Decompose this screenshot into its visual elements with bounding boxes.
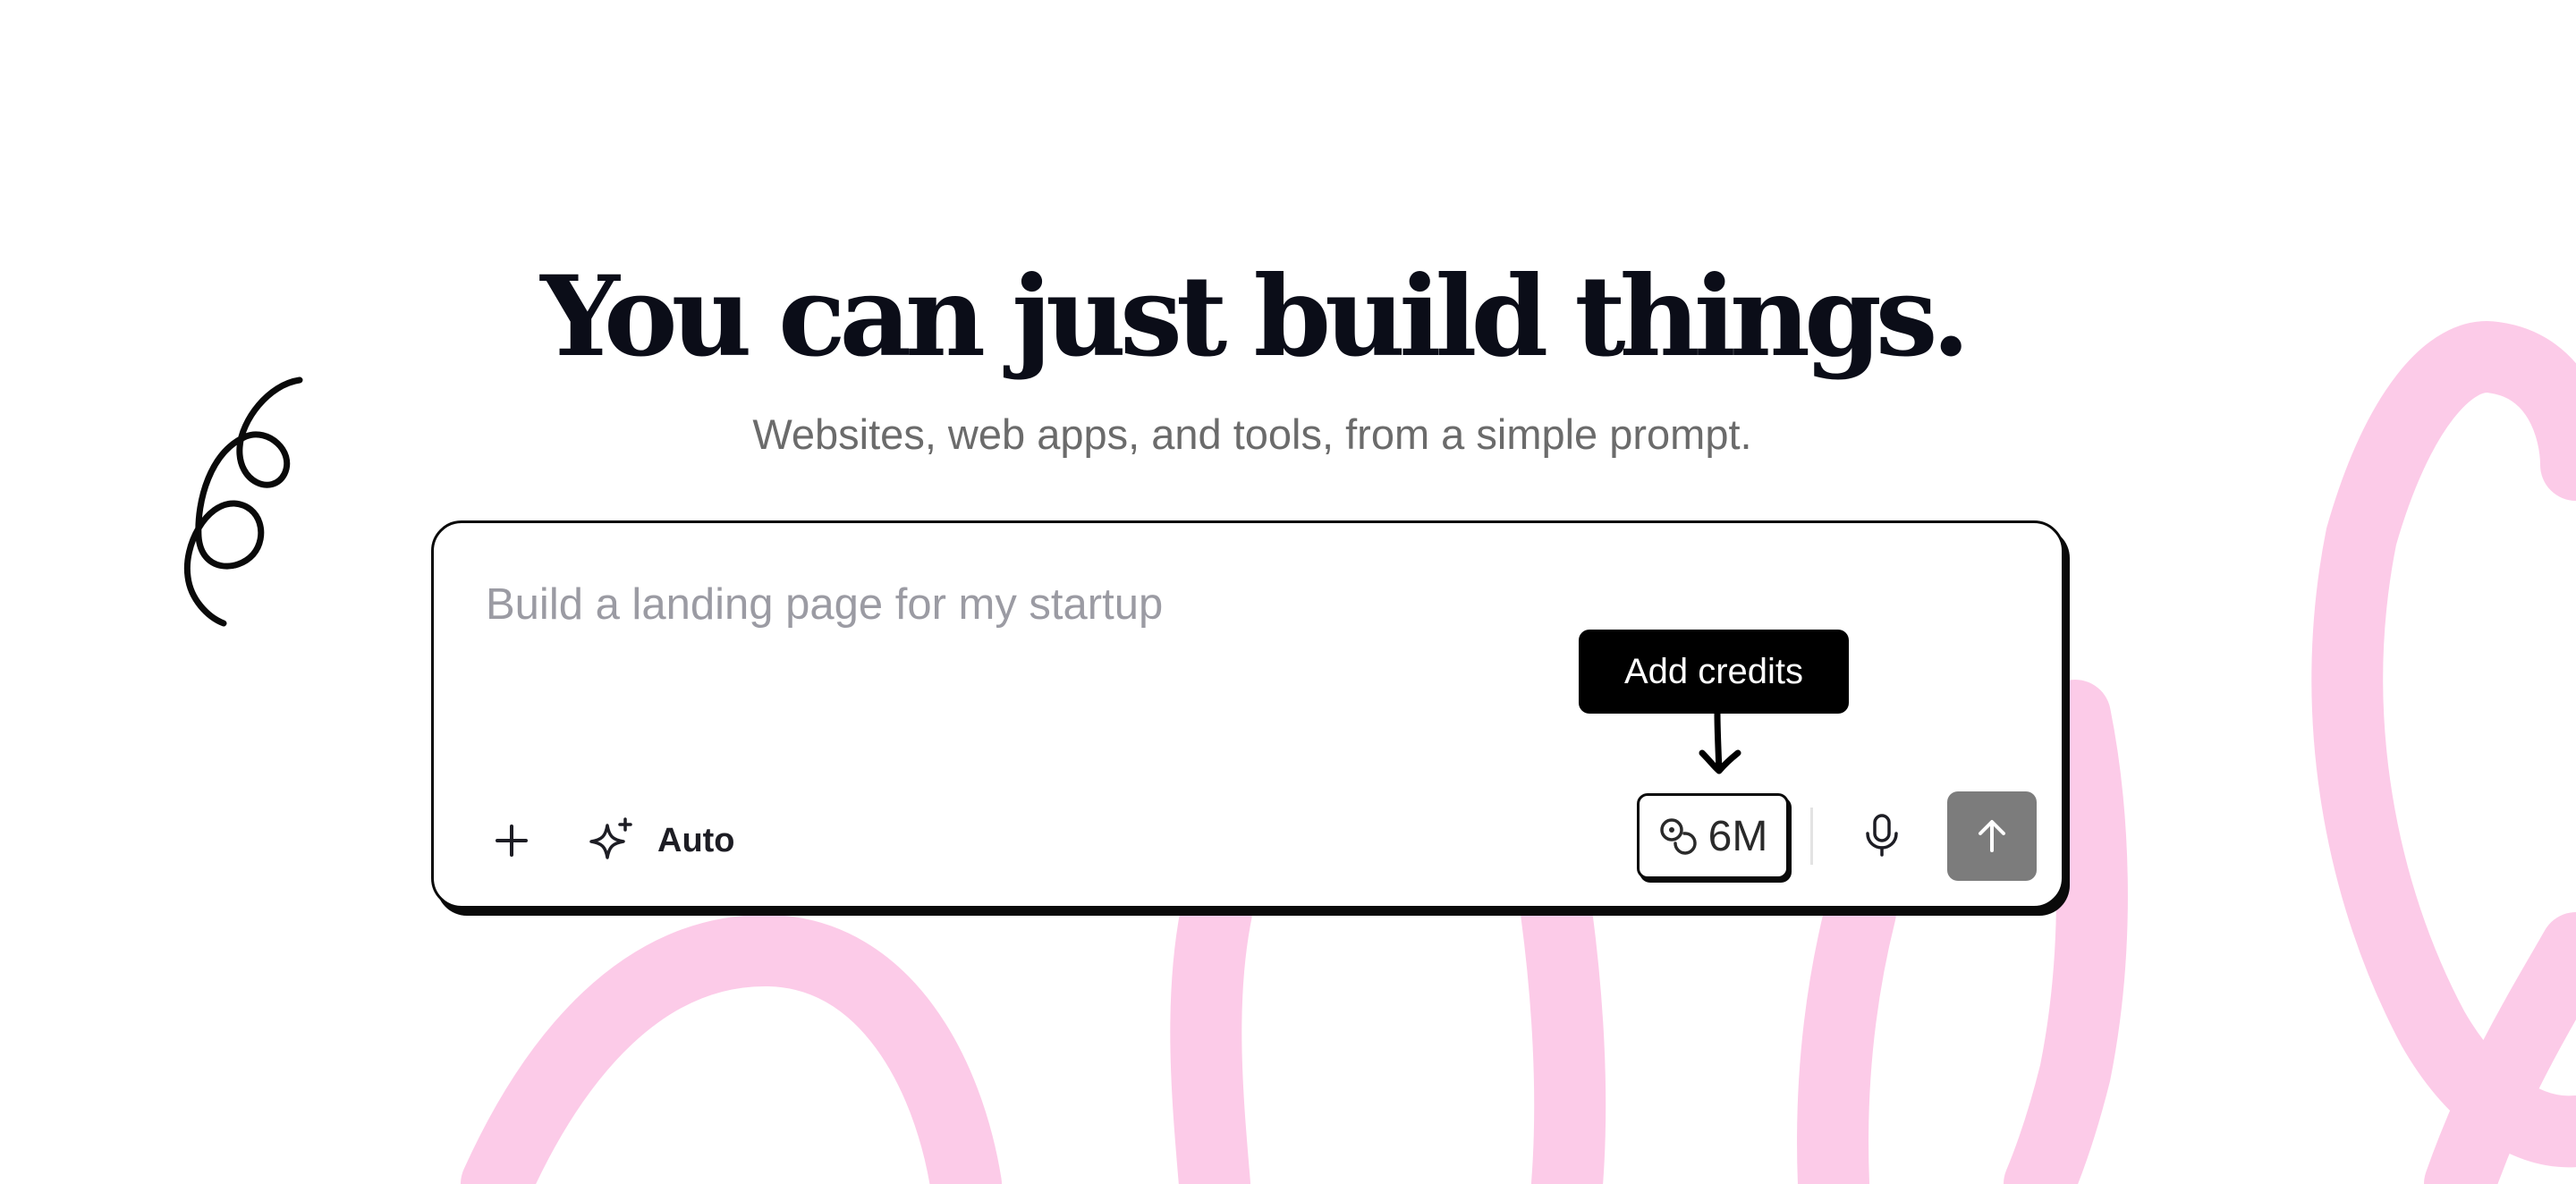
page-subtitle: Websites, web apps, and tools, from a si…	[752, 410, 1752, 458]
send-button[interactable]	[1947, 791, 2037, 881]
add-attachment-button[interactable]	[480, 809, 543, 872]
arrow-up-icon	[1979, 820, 2005, 852]
tooltip-arrow-icon	[1699, 712, 1741, 774]
model-label: Auto	[657, 821, 735, 859]
prompt-card: Auto 6M	[431, 520, 2064, 909]
plus-icon	[496, 825, 528, 857]
pink-loop-left	[461, 914, 1002, 1184]
add-credits-tooltip: Add credits	[1579, 630, 1849, 714]
coins-icon	[1659, 818, 1697, 855]
page-title: You can just build things.	[540, 252, 1970, 382]
model-selector-button[interactable]: Auto	[588, 808, 735, 874]
credits-value: 6M	[1707, 812, 1768, 860]
voice-input-button[interactable]	[1849, 802, 1915, 868]
credits-button[interactable]: 6M	[1637, 793, 1789, 879]
microphone-icon	[1866, 814, 1898, 857]
sparkles-icon	[589, 817, 632, 859]
toolbar-divider	[1810, 808, 1813, 865]
pink-loop-far-right	[2311, 321, 2576, 1184]
pink-loop-center	[1170, 876, 1606, 1184]
